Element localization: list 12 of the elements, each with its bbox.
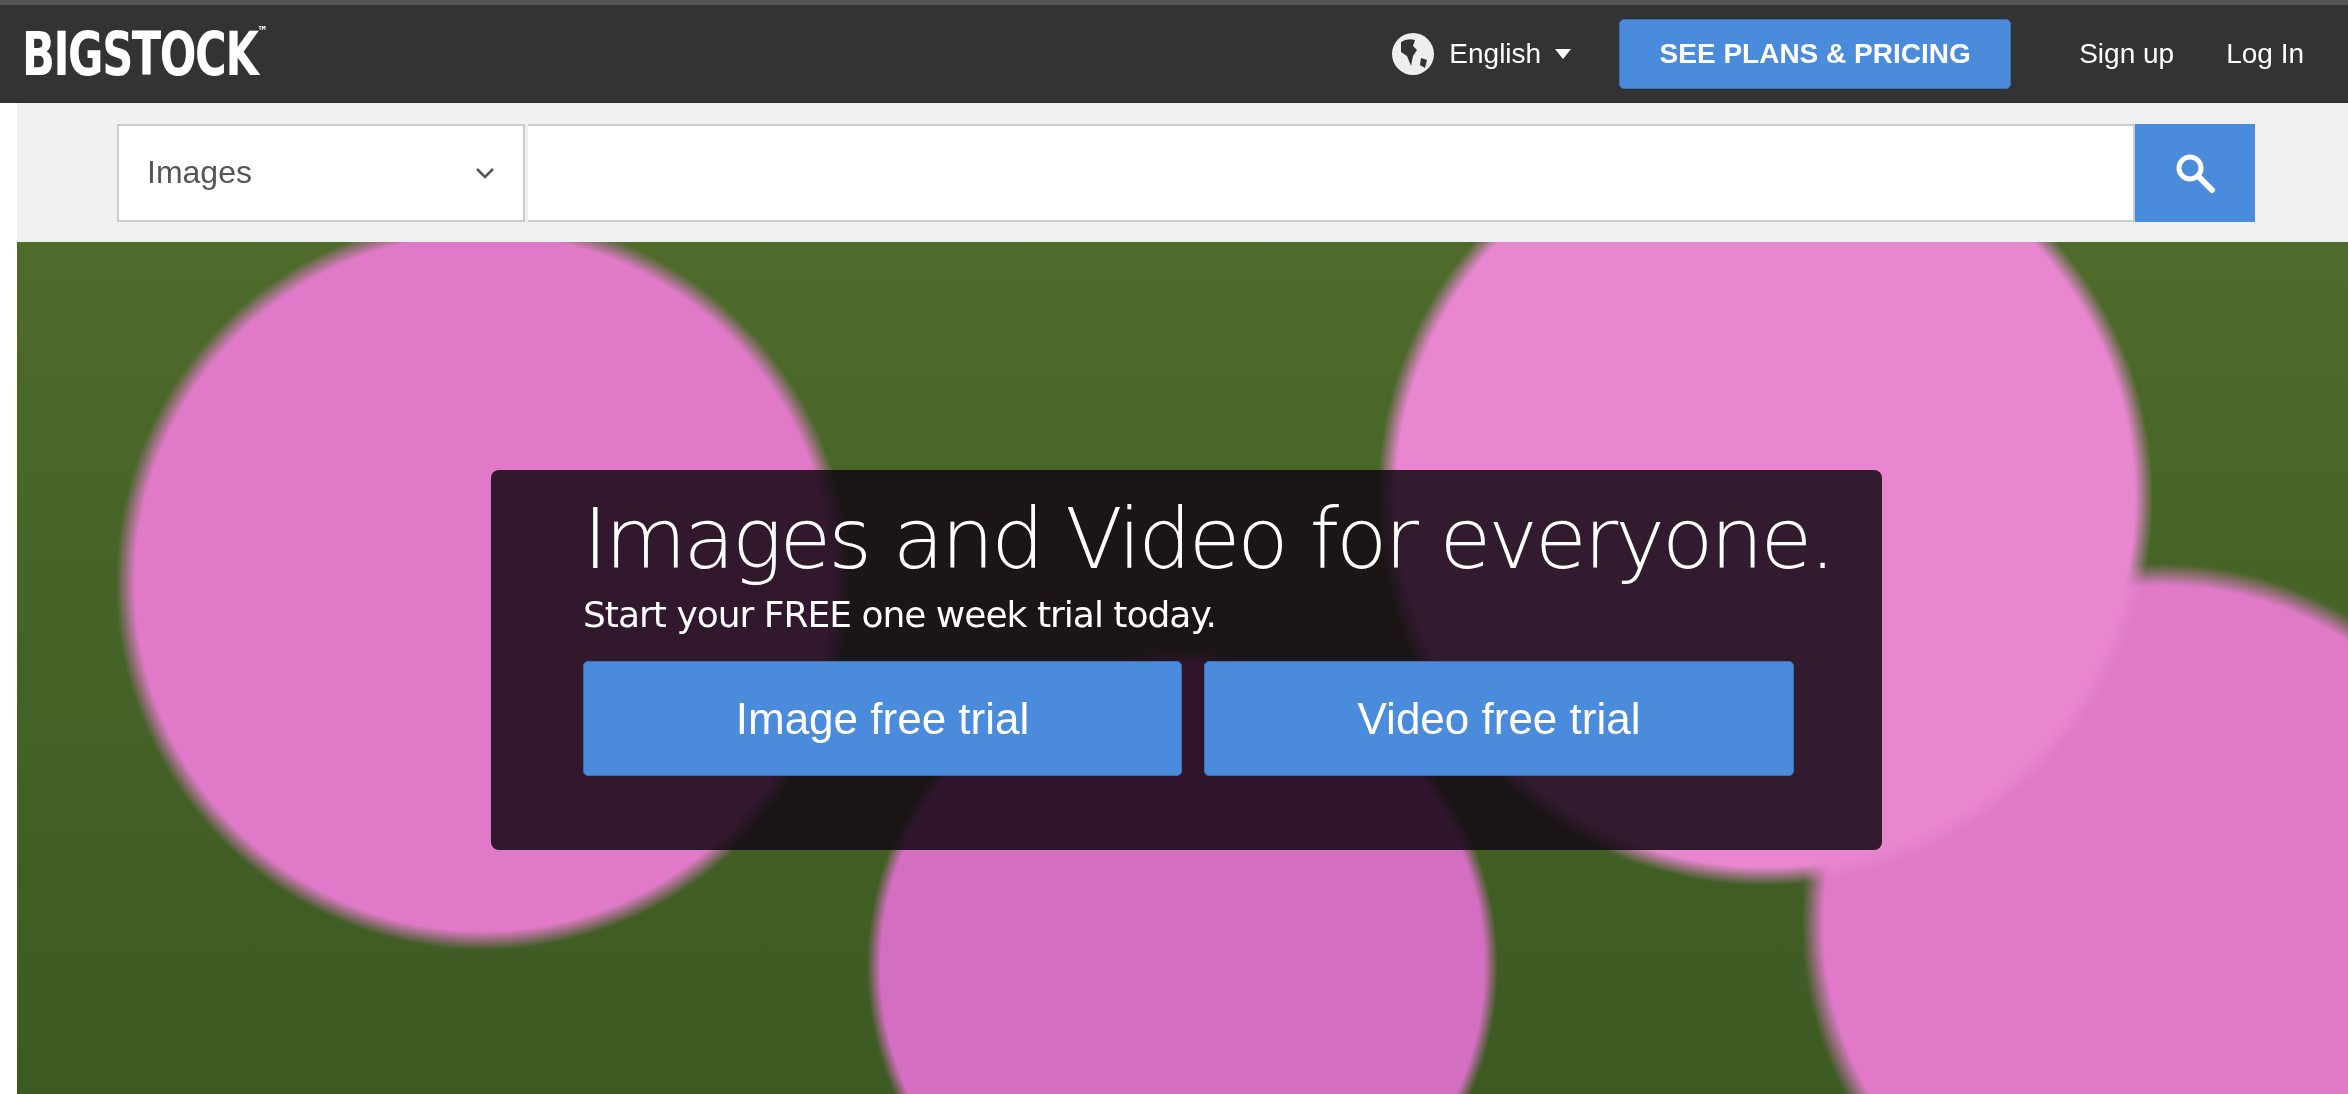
globe-icon bbox=[1391, 32, 1436, 76]
chevron-down-icon bbox=[475, 166, 495, 179]
hero-subtitle: Start your FREE one week trial today. bbox=[583, 594, 1217, 635]
hero-headline: Images and Video for everyone. bbox=[583, 490, 1834, 588]
search-field[interactable] bbox=[528, 123, 2135, 222]
logo[interactable]: BIGSTOCK$^{™}$ bbox=[22, 24, 268, 84]
nav-link[interactable]: Sign up bbox=[2079, 38, 2175, 70]
caret-icon bbox=[1555, 49, 1572, 59]
search-button[interactable] bbox=[2135, 123, 2255, 222]
category-dropdown[interactable]: Images bbox=[117, 123, 525, 222]
nav-link[interactable]: Log In bbox=[2226, 38, 2304, 70]
language-selector[interactable]: English bbox=[1391, 32, 1572, 76]
